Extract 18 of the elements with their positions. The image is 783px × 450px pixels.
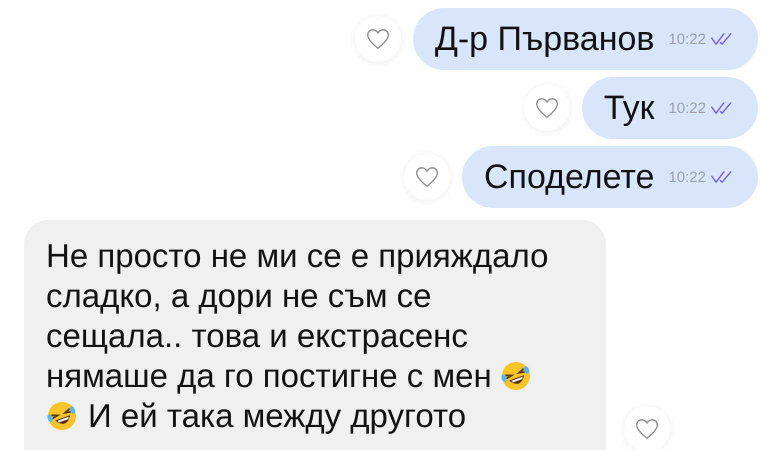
heart-icon [364,26,391,52]
message-text: И ей така между другото [88,396,466,436]
message-time: 10:22 [668,100,706,116]
laughing-emoji-icon [46,400,78,432]
heart-icon [634,416,660,442]
heart-button[interactable] [624,406,670,450]
message-time: 10:22 [668,30,706,48]
message-text: нямаше да го постигне с мен [46,356,492,396]
heart-icon [414,164,440,190]
message-text: Не просто не ми се е прияждало [46,236,548,276]
message-time: 10:22 [668,168,706,186]
laughing-emoji-icon [500,360,532,392]
heart-icon [534,95,560,121]
message-text: сещала.. това и екстрасенс [46,316,468,356]
message-text: Тук [604,88,654,128]
message-text: Споделете [484,158,654,196]
message-text: сладко, а дори не съм се [46,276,432,316]
message-text: Д-р Първанов [434,20,654,58]
